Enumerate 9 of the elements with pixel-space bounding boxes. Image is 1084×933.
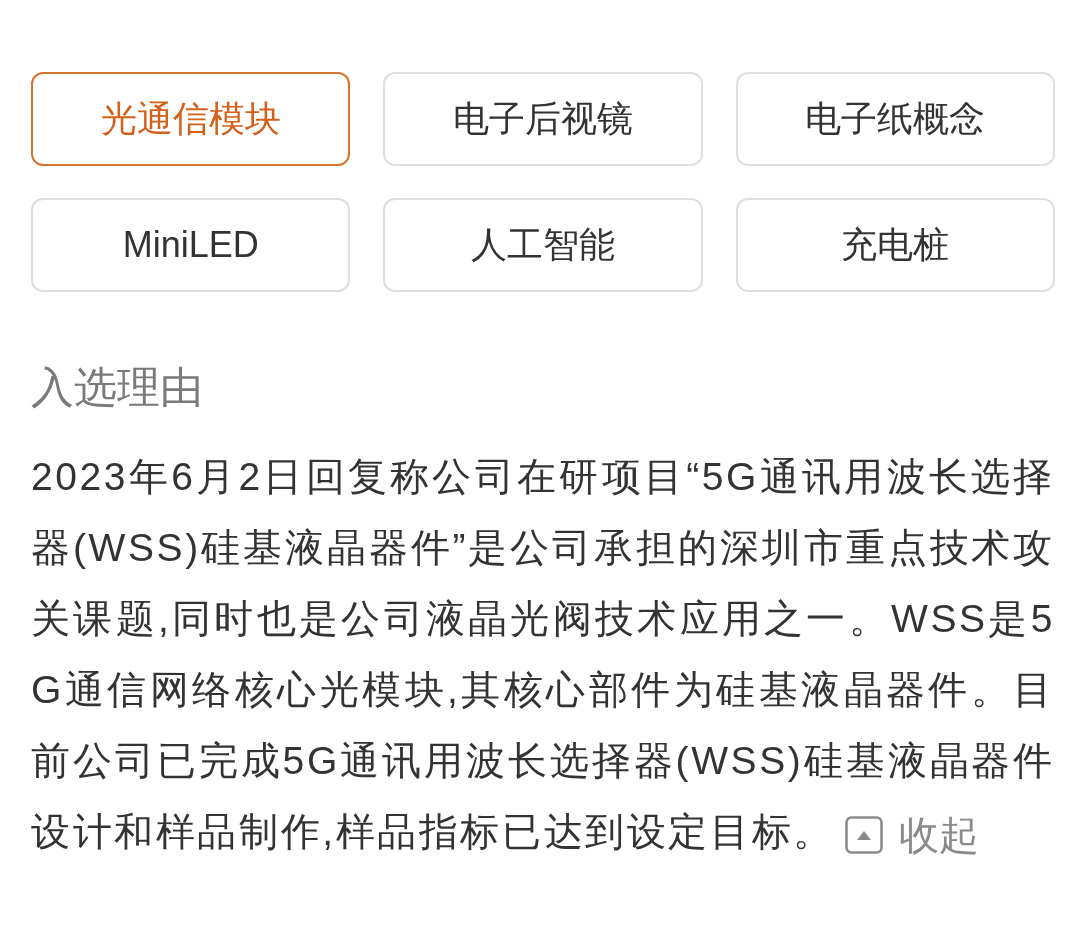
concept-tag[interactable]: 电子后视镜 (383, 72, 703, 166)
collapse-icon (844, 815, 883, 854)
section-heading: 入选理由 (31, 362, 204, 413)
concept-tag[interactable]: MiniLED (31, 198, 351, 292)
reason-text: 2023年6月2日回复称公司在研项目“5G通讯用波长选择器(WSS)硅基液晶器件”是公司承担的深圳市重点技术攻关课题,同时也是公司液晶光阀技术应用之一。WSS是5G通信网络核心光模块,其核心部件为硅基液晶器件。目前公司已完成5G通讯用波长选择器(WSS)硅基液晶器件设计和样品制作,样品指标已达到设定目标。 收起 (31, 441, 1055, 867)
concept-tag[interactable]: 人工智能 (383, 198, 703, 292)
concept-tag[interactable]: 光通信模块 (31, 72, 351, 166)
concept-tag[interactable]: 电子纸概念 (735, 72, 1055, 166)
concept-tag[interactable]: 充电桩 (735, 198, 1055, 292)
